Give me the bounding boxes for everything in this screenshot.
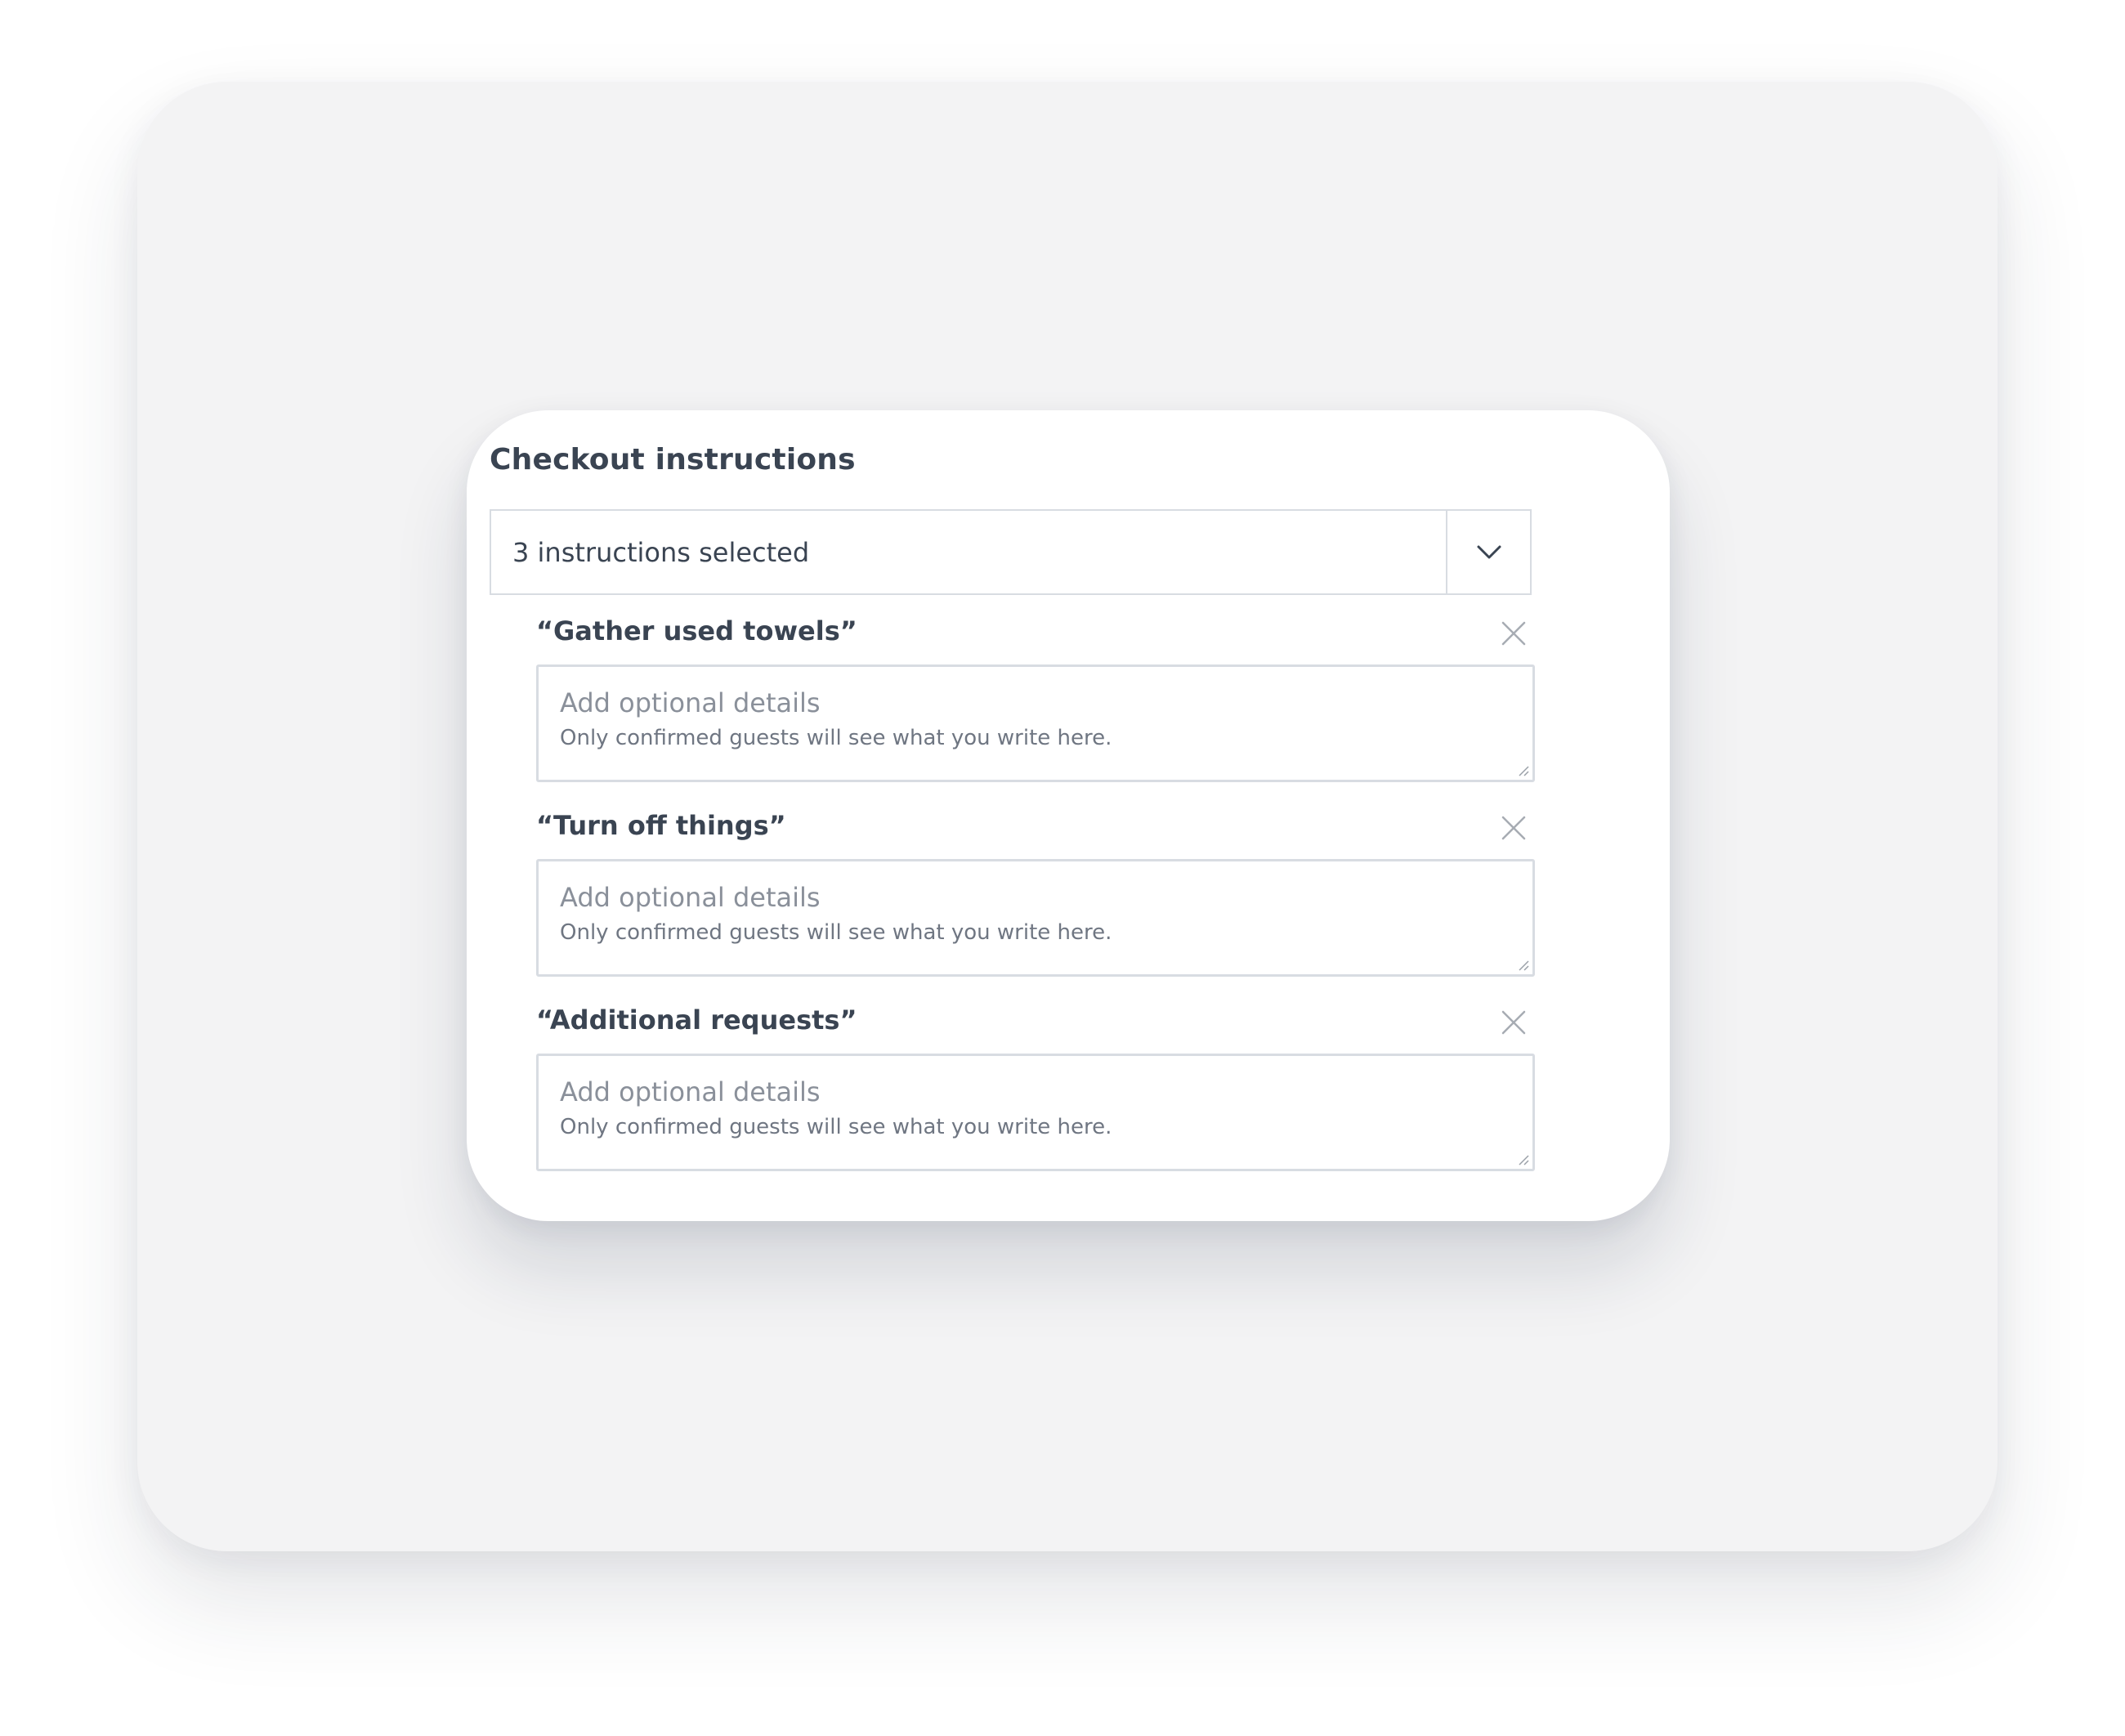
details-placeholder: Add optional details [560,882,821,913]
close-icon [1501,621,1526,646]
chevron-down-icon [1477,545,1501,558]
details-textarea[interactable]: Add optional details Only confirmed gues… [536,1054,1535,1171]
details-hint: Only confirmed guests will see what you … [560,1115,1112,1139]
instruction-item-turn-off-things: “Turn off things” Add optional details O… [536,807,1535,977]
instructions-select[interactable]: 3 instructions selected [490,509,1532,595]
details-textarea[interactable]: Add optional details Only confirmed gues… [536,664,1535,782]
remove-instruction-button[interactable] [1496,1004,1532,1040]
details-placeholder: Add optional details [560,1076,821,1107]
select-toggle-button[interactable] [1446,511,1530,593]
instruction-header: “Additional requests” [536,1001,1535,1054]
details-placeholder: Add optional details [560,687,821,718]
resize-grip-icon[interactable] [1516,763,1529,776]
resize-grip-icon[interactable] [1516,1152,1529,1166]
instruction-label: “Additional requests” [536,1004,857,1036]
close-icon [1501,1010,1526,1035]
details-hint: Only confirmed guests will see what you … [560,726,1112,750]
instruction-header: “Gather used towels” [536,612,1535,664]
instruction-label: “Gather used towels” [536,615,857,647]
card-title: Checkout instructions [490,443,856,477]
instruction-header: “Turn off things” [536,807,1535,859]
checkout-instructions-card: Checkout instructions 3 instructions sel… [467,410,1670,1221]
details-textarea[interactable]: Add optional details Only confirmed gues… [536,859,1535,977]
details-hint: Only confirmed guests will see what you … [560,920,1112,945]
resize-grip-icon[interactable] [1516,958,1529,971]
instruction-item-additional-requests: “Additional requests” Add optional detai… [536,1001,1535,1171]
remove-instruction-button[interactable] [1496,810,1532,846]
instruction-item-gather-towels: “Gather used towels” Add optional detail… [536,612,1535,782]
select-value: 3 instructions selected [512,536,810,568]
close-icon [1501,816,1526,840]
instruction-label: “Turn off things” [536,810,786,841]
remove-instruction-button[interactable] [1496,615,1532,651]
